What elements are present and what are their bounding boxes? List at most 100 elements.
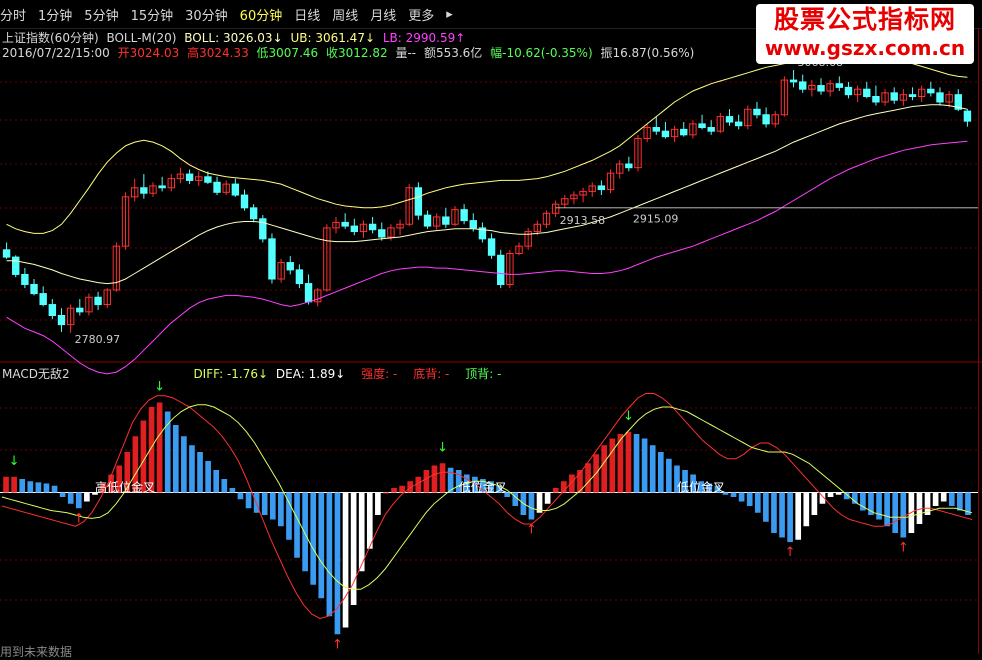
candle-body xyxy=(835,83,844,88)
candle-body xyxy=(12,256,20,275)
macd-bar xyxy=(11,476,17,493)
macd-bar xyxy=(625,431,632,493)
arrow-up-icon: ↑ xyxy=(526,523,537,538)
macd-bar xyxy=(876,492,882,520)
candle-body xyxy=(57,315,66,326)
candle-body xyxy=(789,79,798,83)
candle-body xyxy=(39,293,47,306)
macd-bar xyxy=(35,482,42,493)
ub-value: UB: 3061.47↓ xyxy=(290,31,376,45)
candle-body xyxy=(661,130,670,138)
candle-body xyxy=(286,262,294,271)
macd-bar xyxy=(892,492,899,533)
price-title: 上证指数(60分钟) xyxy=(2,31,99,45)
macd-bar xyxy=(156,402,163,493)
candle-body xyxy=(890,92,898,101)
candle-body xyxy=(863,88,871,97)
candle-body xyxy=(817,85,825,92)
macd-bar xyxy=(754,492,761,513)
candle-body xyxy=(844,86,853,96)
macd-bar xyxy=(811,492,818,515)
bottom-div-value: 底背: - xyxy=(413,367,450,381)
macd-bar xyxy=(730,492,737,497)
macd-bar xyxy=(302,492,308,572)
candle-body xyxy=(680,128,688,136)
candle-body xyxy=(652,127,660,132)
candle-body xyxy=(872,96,880,103)
vol-value: 量-- xyxy=(395,46,417,60)
candle-body xyxy=(213,181,221,193)
macd-bar xyxy=(771,492,777,533)
macd-bar xyxy=(803,492,810,527)
candle-body xyxy=(597,185,606,191)
candle-body xyxy=(185,173,194,181)
change-value: 幅-10.62(-0.35%) xyxy=(490,46,593,60)
candle-body xyxy=(725,116,734,123)
candle-body xyxy=(240,194,249,209)
macd-bar xyxy=(827,492,834,497)
candle-body xyxy=(414,187,423,216)
macd-bar xyxy=(779,492,785,538)
amplitude-value: 振16.87(0.56%) xyxy=(600,46,695,60)
macd-bar xyxy=(318,492,325,599)
watermark-line2: www.gszx.com.cn xyxy=(764,36,966,60)
macd-bar xyxy=(229,488,236,493)
macd-bar xyxy=(431,465,438,493)
price-annotation: 2913.58 xyxy=(560,214,606,227)
macd-bar xyxy=(67,492,74,504)
macd-bar xyxy=(19,479,26,493)
macd-bar xyxy=(181,436,187,493)
candle-body xyxy=(698,123,706,129)
candle-body xyxy=(734,121,743,127)
macd-bar xyxy=(399,485,405,493)
boll-mid-line xyxy=(6,104,968,285)
candle-body xyxy=(2,249,11,258)
candle-body xyxy=(231,183,240,196)
price-annotation: 2780.97 xyxy=(75,333,121,346)
macd-bar xyxy=(649,445,656,493)
macd-bar xyxy=(641,438,648,493)
macd-bar xyxy=(795,492,802,540)
lb-value: LB: 2990.59↑ xyxy=(382,31,466,45)
macd-bar xyxy=(900,492,907,538)
candle-body xyxy=(350,225,359,233)
macd-bar xyxy=(189,445,195,493)
diff-value: DIFF: -1.76↓ xyxy=(193,367,269,381)
macd-bar xyxy=(334,492,341,635)
boll-upper-line xyxy=(6,52,968,234)
macd-bar xyxy=(512,492,519,506)
macd-bar xyxy=(528,492,535,520)
macd-bar xyxy=(552,488,559,493)
macd-bar xyxy=(940,492,947,502)
arrow-up-icon: ↑ xyxy=(785,545,796,560)
candle-body xyxy=(304,283,313,303)
candle-body xyxy=(268,238,276,280)
info-date: 2016/07/22/15:00 xyxy=(2,46,110,60)
macd-bar xyxy=(51,485,58,493)
macd-bar xyxy=(342,492,349,628)
macd-bar xyxy=(835,492,842,495)
macd-bar xyxy=(43,483,50,493)
candle-body xyxy=(762,114,770,125)
macd-bar xyxy=(657,452,664,493)
macd-signal-label: 高低位金叉 xyxy=(95,480,155,495)
macd-bar xyxy=(957,492,963,511)
boll-name: BOLL-M(20) xyxy=(106,31,177,45)
candle-body xyxy=(76,307,84,313)
macd-bar xyxy=(172,425,179,493)
price-legend-row2: 2016/07/22/15:00 开3024.03 高3024.33 低3007… xyxy=(2,44,698,61)
candle-body xyxy=(30,283,38,295)
macd-bar xyxy=(787,492,793,542)
macd-bar xyxy=(59,492,66,497)
candle-body xyxy=(497,254,505,285)
macd-bar xyxy=(366,492,373,549)
arrow-up-icon: ↑ xyxy=(898,541,909,556)
footer-note: 用到未来数据 xyxy=(0,645,73,659)
macd-bar xyxy=(851,492,858,504)
candle-body xyxy=(753,108,761,116)
macd-bar xyxy=(269,492,276,520)
strength-value: 强度: - xyxy=(361,367,398,381)
arrow-up-icon: ↑ xyxy=(73,511,84,526)
candle-body xyxy=(378,229,386,238)
price-annotation: 2915.09 xyxy=(633,212,679,225)
